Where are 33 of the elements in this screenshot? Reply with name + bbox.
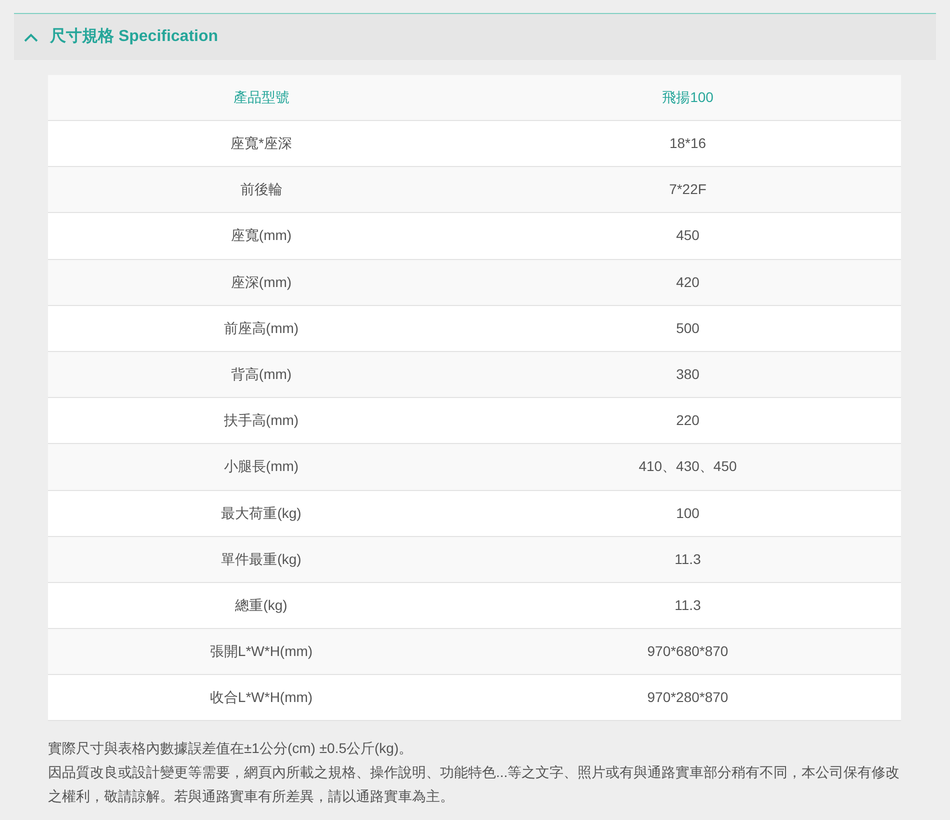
note-text: 實際尺寸與表格內數據誤差值在±1公分(cm) ±0.5公斤(kg)。	[48, 739, 414, 758]
table-cell-text: 11.3	[674, 596, 702, 615]
table-cell-text: 380	[675, 365, 700, 384]
table-cell-text: 420	[675, 272, 700, 292]
table-cell-text: 11.3	[674, 550, 702, 569]
table-cell-text: 970*680*870	[646, 642, 730, 662]
section-header[interactable]: 尺寸規格 Specification	[14, 14, 936, 60]
table-cell-text: 前座高(mm)	[222, 318, 300, 338]
table-cell-text: 100	[675, 504, 700, 523]
table-cell-text: 前後輪	[239, 180, 284, 200]
table-cell-text: 座寬*座深	[230, 134, 293, 154]
table-cell-text: 單件最重(kg)	[220, 550, 302, 569]
table-cell-text: 500	[675, 318, 700, 338]
table-cell-text: 410、430、450	[638, 457, 738, 476]
table-cell-text: 扶手高(mm)	[222, 411, 300, 430]
column-header: 飛揚100	[661, 88, 714, 107]
table-cell-text: 張開L*W*H(mm)	[208, 642, 314, 662]
table-cell-text: 小腿長(mm)	[222, 457, 300, 476]
section-title: 尺寸規格 Specification	[50, 26, 218, 47]
table-cell-text: 座深(mm)	[230, 272, 293, 292]
table-cell-text: 最大荷重(kg)	[220, 504, 302, 523]
table-cell-text: 背高(mm)	[230, 365, 293, 384]
table-cell-text: 450	[675, 226, 700, 246]
column-header: 產品型號	[232, 88, 290, 107]
table-cell-text: 220	[675, 411, 700, 430]
table-cell-text: 970*280*870	[646, 688, 730, 708]
table-cell-text: 收合L*W*H(mm)	[208, 688, 314, 708]
table-cell-text: 座寬(mm)	[230, 226, 293, 246]
table-cell-text: 總重(kg)	[234, 596, 288, 615]
note-text: 因品質改良或設計變更等需要，網頁內所載之規格、操作說明、功能特色...等之文字、照片或有與通路實車部分稍有不同，本公司保有修改之權利，敬請諒解。若與通路實車有所差異，請以通路實車為主。	[48, 763, 901, 806]
table-cell-text: 18*16	[668, 134, 708, 154]
chevron-up-icon	[24, 32, 38, 42]
table-cell-text: 7*22F	[668, 180, 708, 200]
